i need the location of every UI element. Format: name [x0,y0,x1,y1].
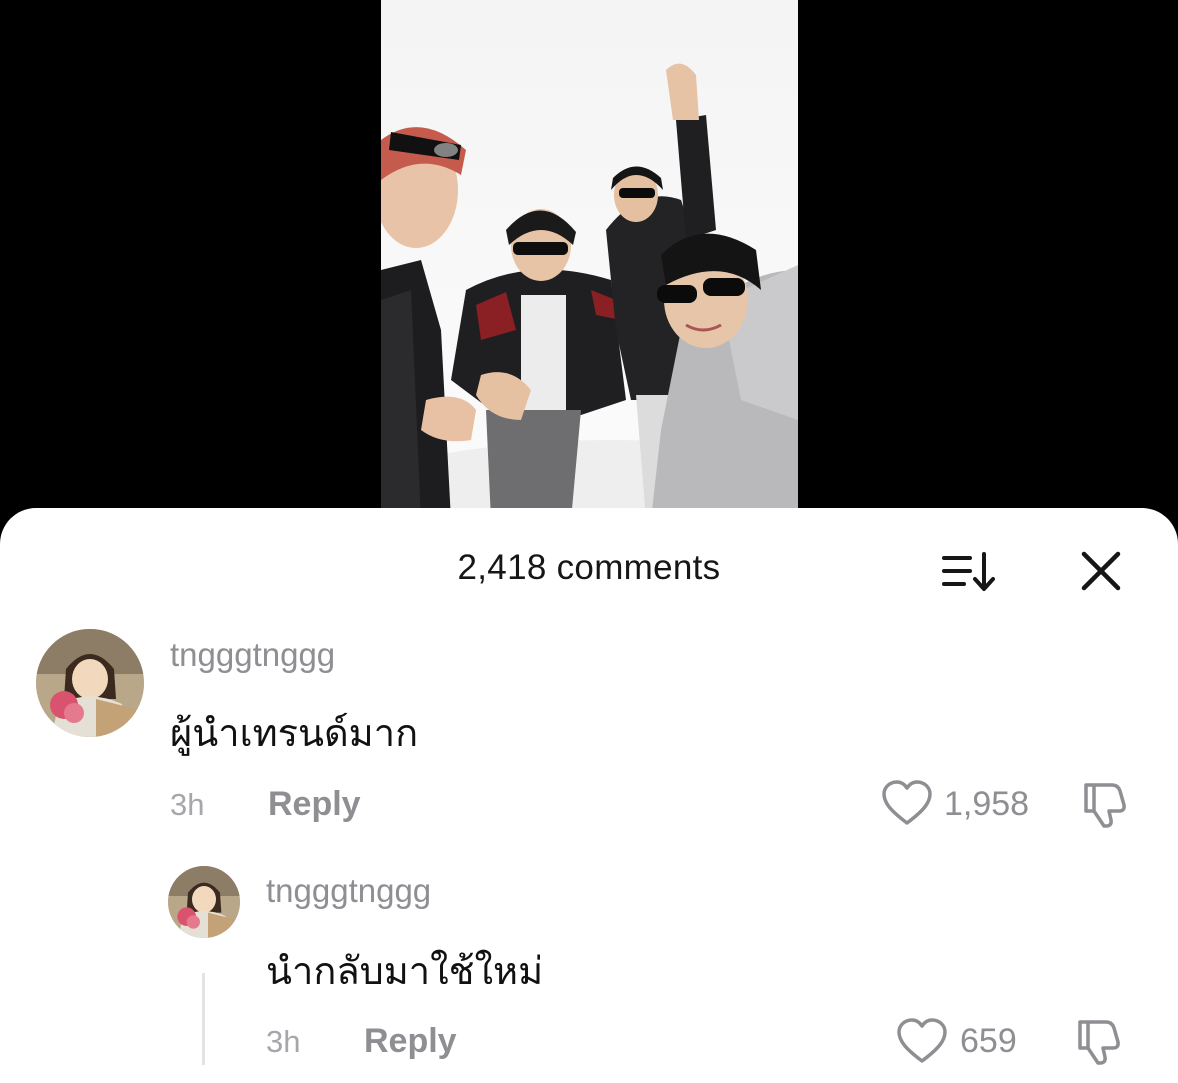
person-right [651,233,798,520]
comment-timestamp: 3h [170,787,205,822]
sort-button[interactable] [940,550,998,594]
heart-icon[interactable] [896,1017,948,1065]
avatar[interactable] [36,629,144,737]
reply-button[interactable]: Reply [268,785,361,824]
heart-icon[interactable] [881,779,933,827]
reply-button[interactable]: Reply [364,1022,457,1061]
video-player[interactable] [381,0,798,520]
comment-text: นำกลับมาใช้ใหม่ [266,951,544,993]
video-screen: 2,418 comments tngggtnggg ผู้นำเทรนด์มาก… [0,0,1178,1083]
dislike-icon[interactable] [1080,779,1132,831]
like-count: 659 [960,1022,1017,1060]
like-count: 1,958 [944,785,1030,823]
avatar-image [168,866,240,938]
dislike-icon[interactable] [1074,1016,1126,1068]
avatar-image [36,629,144,737]
close-button[interactable] [1078,548,1124,594]
comment-username[interactable]: tngggtnggg [170,636,335,674]
comment-text: ผู้นำเทรนด์มาก [170,713,419,755]
comments-count-title: 2,418 comments [457,548,721,587]
avatar[interactable] [168,866,240,938]
sort-icon [942,552,995,591]
close-icon [1081,551,1121,591]
video-frame-image [381,63,798,520]
comment-timestamp: 3h [266,1024,301,1059]
thread-line [202,973,205,1065]
comment-username[interactable]: tngggtnggg [266,872,431,910]
